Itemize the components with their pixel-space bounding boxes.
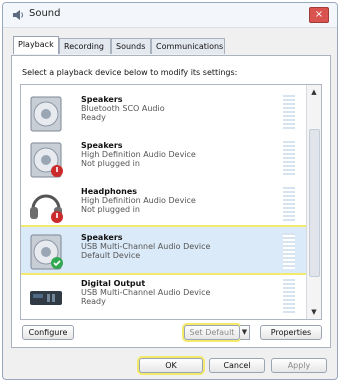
tab-sounds[interactable]: Sounds xyxy=(111,38,151,54)
volume-meter xyxy=(283,233,295,269)
device-description: USB Multi-Channel Audio Device xyxy=(81,242,211,251)
device-item[interactable]: Speakers High Definition Audio Device No… xyxy=(21,135,307,181)
volume-meter xyxy=(283,187,295,223)
device-description: High Definition Audio Device xyxy=(81,150,196,159)
device-status: Ready xyxy=(81,297,106,306)
device-description: USB Multi-Channel Audio Device xyxy=(81,288,211,297)
device-name: Headphones xyxy=(81,187,138,196)
set-default-dropdown-icon[interactable]: ▼ xyxy=(240,325,250,340)
speaker-icon xyxy=(30,96,62,132)
device-item[interactable]: Speakers USB Multi-Channel Audio Device … xyxy=(21,225,309,275)
device-list[interactable]: Speakers Bluetooth SCO Audio Ready Speak… xyxy=(20,84,322,320)
window-title: Sound xyxy=(29,8,61,19)
close-button[interactable]: × xyxy=(309,7,329,23)
unplugged-badge xyxy=(51,211,63,223)
device-item[interactable]: Digital Output USB Multi-Channel Audio D… xyxy=(21,273,307,319)
device-name: Speakers xyxy=(81,95,123,104)
properties-button[interactable]: Properties xyxy=(260,325,322,340)
device-list-scrollbar[interactable]: ▲ ▼ xyxy=(306,85,321,319)
cancel-button[interactable]: Cancel xyxy=(209,358,265,373)
device-item[interactable]: Speakers Bluetooth SCO Audio Ready xyxy=(21,89,307,135)
set-default-button[interactable]: Set Default xyxy=(184,325,240,340)
device-name: Speakers xyxy=(81,141,123,150)
device-name: Digital Output xyxy=(81,279,146,288)
digital-output-icon xyxy=(30,291,62,305)
ok-button[interactable]: OK xyxy=(139,358,203,373)
default-check-badge xyxy=(51,257,63,269)
device-description: Bluetooth SCO Audio xyxy=(81,104,165,113)
headphones-icon xyxy=(30,194,63,223)
title-bar: Sound × xyxy=(3,3,337,28)
device-description: High Definition Audio Device xyxy=(81,196,196,205)
device-status: Ready xyxy=(81,113,106,122)
device-status: Not plugged in xyxy=(81,159,140,168)
speaker-icon xyxy=(30,142,63,178)
device-status: Default Device xyxy=(81,251,141,260)
unplugged-badge xyxy=(51,165,63,177)
volume-meter xyxy=(283,95,295,131)
configure-button[interactable]: Configure xyxy=(22,325,74,340)
instruction-text: Select a playback device below to modify… xyxy=(22,68,238,77)
device-status: Not plugged in xyxy=(81,205,140,214)
speaker-icon xyxy=(13,10,23,20)
apply-button[interactable]: Apply xyxy=(271,358,327,373)
volume-meter xyxy=(283,141,295,177)
scroll-thumb[interactable] xyxy=(309,129,320,277)
device-item[interactable]: Headphones High Definition Audio Device … xyxy=(21,181,307,227)
tab-communications[interactable]: Communications xyxy=(151,38,225,54)
tab-recording[interactable]: Recording xyxy=(59,38,111,54)
playback-panel: Select a playback device below to modify… xyxy=(11,55,331,348)
scroll-down-icon[interactable]: ▼ xyxy=(309,307,319,317)
tab-playback[interactable]: Playback xyxy=(13,36,59,54)
device-name: Speakers xyxy=(81,233,123,242)
scroll-up-icon[interactable]: ▲ xyxy=(309,87,319,97)
speaker-icon xyxy=(30,234,63,270)
sound-dialog: Sound × Playback Recording Sounds Commun… xyxy=(2,2,338,380)
volume-meter xyxy=(283,279,295,315)
